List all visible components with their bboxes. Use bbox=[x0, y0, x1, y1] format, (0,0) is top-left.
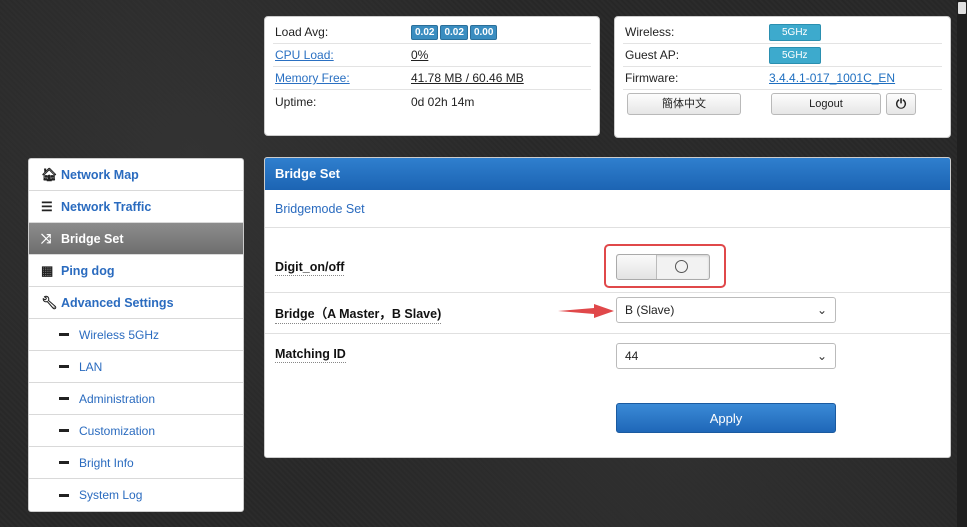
sidebar-subitem-label: LAN bbox=[79, 359, 103, 374]
wireless-5ghz-button[interactable]: 5GHz bbox=[769, 23, 821, 41]
matching-id-select[interactable]: 44 ⌄ bbox=[616, 343, 836, 369]
sidebar-subitem-wireless-5ghz[interactable]: Wireless 5GHz bbox=[29, 319, 243, 351]
divider bbox=[265, 333, 950, 334]
list-icon: ☰ bbox=[41, 198, 53, 214]
guest-ap-row: Guest AP: 5GHz bbox=[623, 44, 942, 67]
action-buttons-row: 簡体中文 Logout ⏻ bbox=[623, 90, 942, 118]
memory-free-link[interactable]: Memory Free: bbox=[273, 71, 411, 85]
sidebar-subitem-lan[interactable]: LAN bbox=[29, 351, 243, 383]
sidebar-subitem-system-log[interactable]: System Log bbox=[29, 479, 243, 511]
bridge-set-card: Bridge Set Bridgemode Set Digit_on/off B… bbox=[264, 157, 951, 458]
load-avg-values: 0.02 0.02 0.00 bbox=[411, 24, 499, 40]
sidebar-subitem-label: Wireless 5GHz bbox=[79, 327, 160, 342]
sidebar-subitem-label: Administration bbox=[79, 391, 156, 406]
sidebar-item-label: Network Traffic bbox=[61, 199, 152, 214]
shuffle-icon: ⤨ bbox=[41, 230, 52, 246]
wireless-row: Wireless: 5GHz bbox=[623, 21, 942, 44]
home-icon: 🏠︎ bbox=[41, 166, 58, 182]
sidebar-subitem-label: Customization bbox=[79, 423, 156, 438]
red-arrow-icon bbox=[558, 304, 614, 318]
digit-onoff-toggle[interactable] bbox=[616, 254, 710, 280]
uptime-label: Uptime: bbox=[275, 94, 317, 109]
uptime-value: 0d 02h 14m bbox=[411, 94, 475, 109]
sidebar-item-bridge-set[interactable]: ⤨ Bridge Set bbox=[29, 223, 243, 255]
matching-id-value: 44 bbox=[625, 349, 639, 363]
toggle-highlight bbox=[604, 244, 726, 288]
sidebar: 🏠︎ Network Map ☰ Network Traffic ⤨ Bridg… bbox=[28, 158, 244, 512]
power-icon[interactable]: ⏻ bbox=[886, 93, 916, 115]
wireless-status-panel: Wireless: 5GHz Guest AP: 5GHz Firmware: … bbox=[614, 16, 951, 138]
matching-id-label: Matching ID bbox=[275, 347, 346, 363]
dash-icon bbox=[59, 493, 69, 497]
firmware-link[interactable]: 3.4.4.1-017_1001C_EN bbox=[769, 71, 895, 85]
bridge-mode-value: B (Slave) bbox=[625, 303, 675, 317]
sidebar-subitem-bright-info[interactable]: Bright Info bbox=[29, 447, 243, 479]
toggle-knob bbox=[617, 255, 657, 279]
dash-icon bbox=[59, 461, 69, 464]
sidebar-subitem-administration[interactable]: Administration bbox=[29, 383, 243, 415]
logout-button[interactable]: Logout bbox=[771, 93, 881, 115]
cpu-row: CPU Load: 0% bbox=[273, 44, 591, 67]
bridge-mode-label: Bridge（A Master，B Slave) bbox=[275, 303, 442, 324]
load-avg-row: Load Avg: 0.02 0.02 0.00 bbox=[273, 21, 591, 44]
grid-icon: ▦ bbox=[41, 262, 54, 278]
guest-ap-label: Guest AP: bbox=[625, 48, 680, 62]
dash-icon bbox=[59, 397, 69, 400]
dash-icon bbox=[59, 365, 69, 368]
sidebar-subitem-label: System Log bbox=[79, 488, 143, 502]
chevron-down-icon: ⌄ bbox=[816, 349, 827, 363]
load-avg-label: Load Avg: bbox=[275, 25, 329, 39]
scrollbar[interactable] bbox=[957, 0, 967, 527]
memory-free-value: 41.78 MB / 60.46 MB bbox=[411, 71, 524, 85]
system-status-panel: Load Avg: 0.02 0.02 0.00 CPU Load: 0% Memo… bbox=[264, 16, 600, 136]
sidebar-item-label: Ping dog bbox=[61, 263, 115, 278]
section-subtitle: Bridgemode Set bbox=[265, 190, 950, 228]
wireless-label: Wireless: bbox=[625, 25, 675, 39]
sidebar-item-ping-dog[interactable]: ▦ Ping dog bbox=[29, 255, 243, 287]
divider bbox=[265, 292, 950, 293]
sidebar-subitem-label: Bright Info bbox=[79, 455, 134, 470]
bridge-mode-select[interactable]: B (Slave) ⌄ bbox=[616, 297, 836, 323]
memory-row: Memory Free: 41.78 MB / 60.46 MB bbox=[273, 67, 591, 90]
chevron-down-icon: ⌄ bbox=[816, 303, 827, 317]
dash-icon bbox=[59, 429, 69, 432]
sidebar-item-network-map[interactable]: 🏠︎ Network Map bbox=[29, 159, 243, 191]
load-avg-5: 0.02 bbox=[440, 25, 468, 40]
cpu-load-link[interactable]: CPU Load: bbox=[273, 48, 411, 62]
guest-ap-5ghz-button[interactable]: 5GHz bbox=[769, 46, 821, 64]
sidebar-item-advanced-settings[interactable]: 🔧︎ Advanced Settings bbox=[29, 287, 243, 319]
sidebar-item-label: Bridge Set bbox=[61, 231, 124, 246]
sidebar-item-label: Advanced Settings bbox=[61, 295, 174, 310]
sidebar-item-network-traffic[interactable]: ☰ Network Traffic bbox=[29, 191, 243, 223]
circle-icon bbox=[675, 260, 688, 273]
wrench-icon: 🔧︎ bbox=[41, 294, 58, 310]
apply-button[interactable]: Apply bbox=[616, 403, 836, 433]
firmware-row: Firmware: 3.4.4.1-017_1001C_EN bbox=[623, 67, 942, 90]
sidebar-item-label: Network Map bbox=[61, 167, 139, 182]
scrollbar-thumb[interactable] bbox=[958, 2, 966, 14]
load-avg-15: 0.00 bbox=[469, 25, 498, 40]
firmware-label: Firmware: bbox=[625, 71, 679, 85]
language-button[interactable]: 簡体中文 bbox=[627, 93, 741, 115]
uptime-row: Uptime: 0d 02h 14m bbox=[273, 90, 591, 113]
dash-icon bbox=[59, 333, 69, 336]
cpu-load-value: 0% bbox=[411, 48, 429, 62]
page-title: Bridge Set bbox=[265, 158, 950, 190]
digit-onoff-label: Digit_on/off bbox=[275, 260, 345, 276]
load-avg-1: 0.02 bbox=[411, 25, 439, 40]
sidebar-subitem-customization[interactable]: Customization bbox=[29, 415, 243, 447]
